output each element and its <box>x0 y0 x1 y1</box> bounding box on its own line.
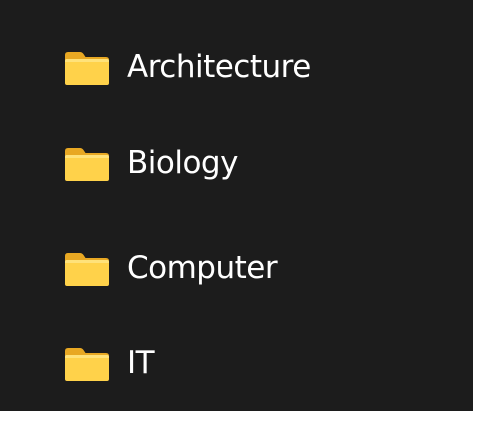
folder-list-panel: Architecture Biology Computer IT <box>0 0 473 443</box>
folder-label: IT <box>127 344 155 381</box>
folder-icon <box>64 346 110 382</box>
folder-icon <box>64 251 110 287</box>
folder-item-architecture[interactable]: Architecture <box>0 38 460 98</box>
folder-label: Architecture <box>127 48 311 85</box>
folder-icon <box>64 50 110 86</box>
folder-item-it[interactable]: IT <box>0 334 460 394</box>
folder-label: Biology <box>127 144 238 181</box>
folder-icon <box>64 146 110 182</box>
window-edge <box>0 411 478 443</box>
window-edge <box>473 0 478 443</box>
folder-label: Computer <box>127 249 278 286</box>
folder-item-computer[interactable]: Computer <box>0 239 460 299</box>
folder-item-biology[interactable]: Biology <box>0 134 460 194</box>
